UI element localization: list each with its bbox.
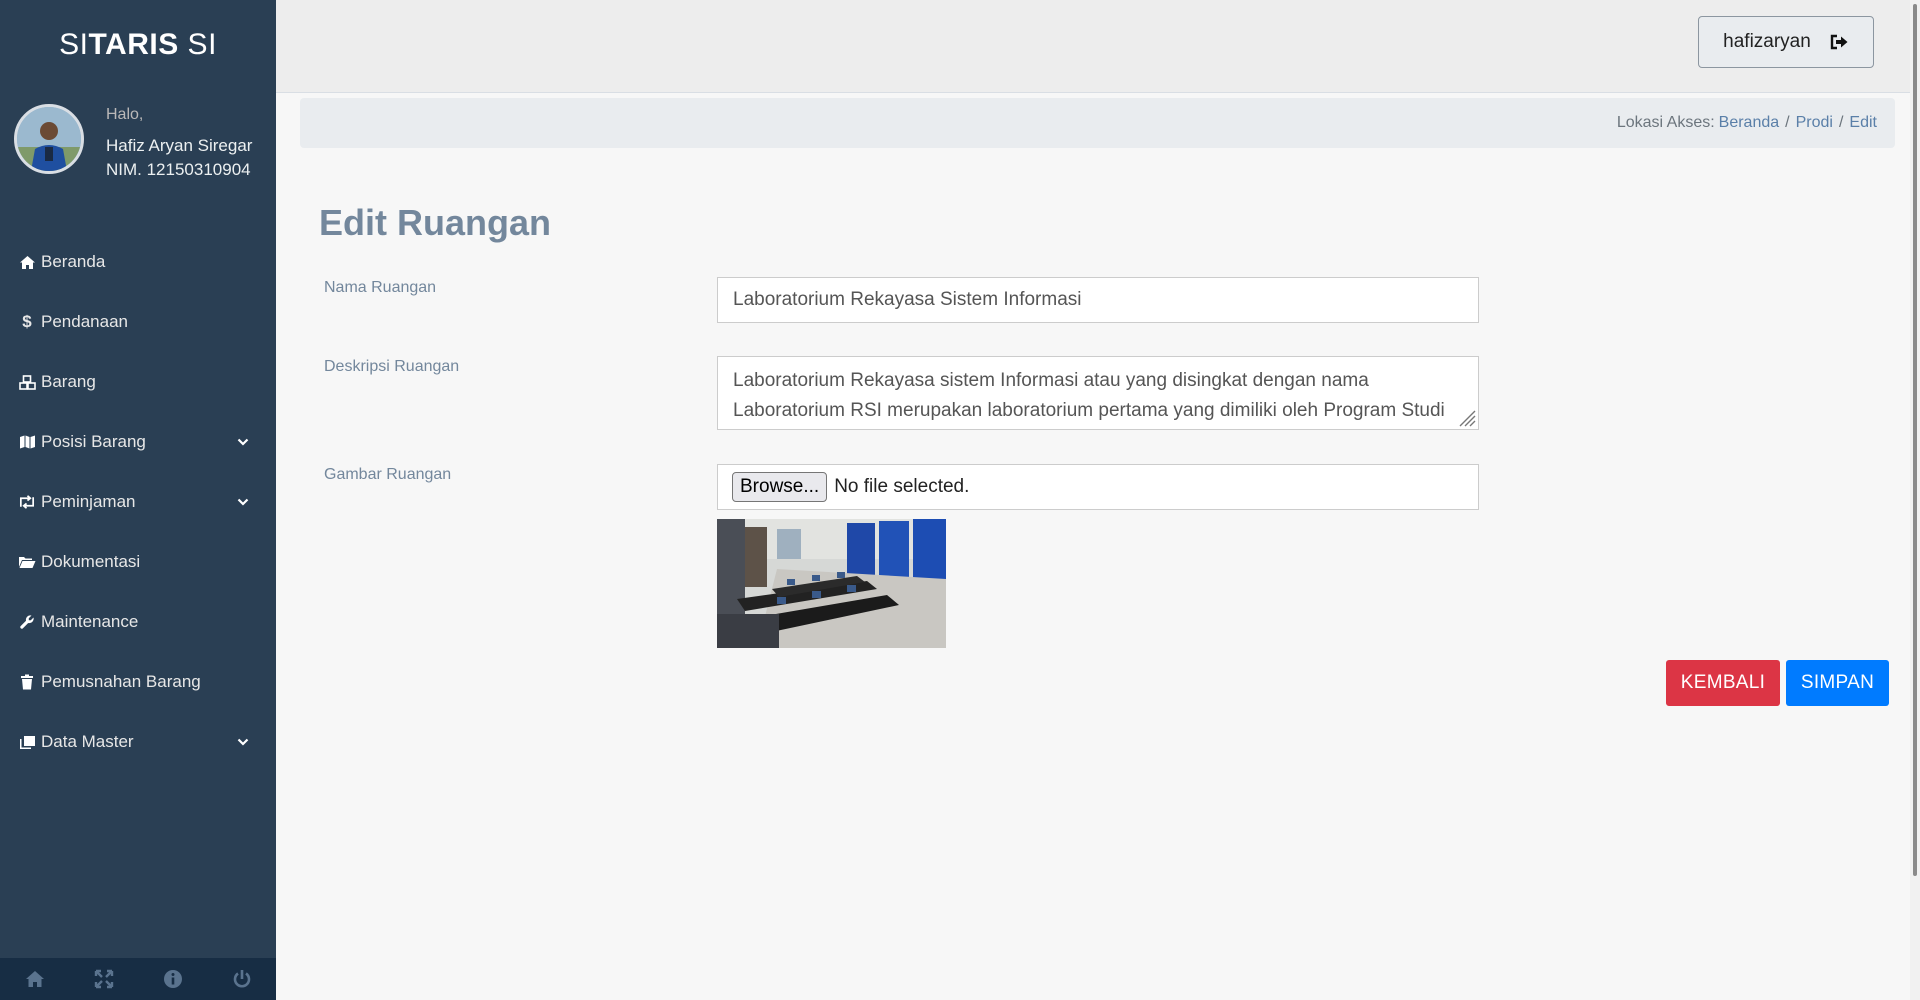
home-icon[interactable] xyxy=(0,958,69,1000)
sidebar-item-beranda[interactable]: Beranda xyxy=(0,232,276,292)
greeting: Halo, xyxy=(106,106,144,123)
wrench-icon xyxy=(18,614,36,630)
user-menu-button[interactable]: hafizaryan xyxy=(1698,16,1874,68)
username: hafizaryan xyxy=(1723,31,1811,52)
scrollbar-thumb[interactable] xyxy=(1913,4,1917,876)
simpan-button[interactable]: SIMPAN xyxy=(1786,660,1889,706)
resize-handle-icon[interactable] xyxy=(1454,405,1476,427)
chevron-down-icon xyxy=(237,738,249,746)
sidebar-item-label: Pendanaan xyxy=(41,312,128,331)
map-icon xyxy=(18,435,36,449)
sidebar-item-label: Beranda xyxy=(41,252,106,271)
breadcrumb-prefix: Lokasi Akses: xyxy=(1616,114,1715,131)
sidebar-item-label: Barang xyxy=(41,372,96,391)
user-nim: NIM. 12150310904 xyxy=(106,160,251,179)
sidebar-item-label: Dokumentasi xyxy=(41,552,141,571)
retweet-icon xyxy=(18,495,36,509)
page-title: Edit Ruangan xyxy=(319,202,551,243)
clone-icon xyxy=(18,735,36,750)
breadcrumb-link-edit[interactable]: Edit xyxy=(1849,114,1877,132)
info-icon[interactable] xyxy=(138,958,207,1000)
top-navbar: hafizaryan xyxy=(276,0,1910,93)
folder-open-icon xyxy=(18,555,36,569)
room-image-preview xyxy=(717,519,946,648)
sign-out-icon xyxy=(1830,34,1848,50)
sidebar-item-pemusnahan-barang[interactable]: Pemusnahan Barang xyxy=(0,652,276,712)
chevron-down-icon xyxy=(237,498,249,506)
trash-icon xyxy=(18,674,36,690)
power-icon[interactable] xyxy=(207,958,276,1000)
sidebar: SI TARIS SI Halo, Hafiz Aryan Siregar NIM… xyxy=(0,0,276,1000)
gambar-ruangan-label: Gambar Ruangan xyxy=(324,466,452,483)
sidebar-item-posisi-barang[interactable]: Posisi Barang xyxy=(0,412,276,472)
sidebar-item-label: Pemusnahan Barang xyxy=(41,672,201,691)
sidebar-item-label: Posisi Barang xyxy=(41,432,146,451)
sidebar-item-barang[interactable]: Barang xyxy=(0,352,276,412)
sidebar-item-maintenance[interactable]: Maintenance xyxy=(0,592,276,652)
kembali-button[interactable]: KEMBALI xyxy=(1666,660,1780,706)
deskripsi-ruangan-label: Deskripsi Ruangan xyxy=(324,358,460,375)
breadcrumb-link-prodi[interactable]: Prodi xyxy=(1796,114,1833,132)
sidebar-item-peminjaman[interactable]: Peminjaman xyxy=(0,472,276,532)
deskripsi-ruangan-text: Laboratorium Rekayasa sistem Informasi a… xyxy=(733,370,1445,421)
file-status: No file selected. xyxy=(834,476,970,497)
sidebar-item-dokumentasi[interactable]: Dokumentasi xyxy=(0,532,276,592)
nama-ruangan-input[interactable]: Laboratorium Rekayasa Sistem Informasi xyxy=(717,277,1479,323)
brand-suffix: SI xyxy=(178,28,217,61)
browse-button[interactable]: Browse... xyxy=(732,472,828,502)
dollar-icon: $ xyxy=(22,312,32,331)
gambar-ruangan-file-input[interactable]: Browse... No file selected. xyxy=(717,464,1479,510)
breadcrumb: Lokasi Akses: Beranda / Prodi / Edit xyxy=(300,98,1895,148)
sidebar-item-pendanaan[interactable]: $ Pendanaan xyxy=(0,292,276,352)
cubes-icon xyxy=(18,374,36,390)
site-title[interactable]: SI TARIS SI xyxy=(0,0,276,90)
avatar xyxy=(14,104,84,174)
home-icon xyxy=(18,255,36,270)
sidebar-item-label: Maintenance xyxy=(41,612,139,631)
sidebar-item-data-master[interactable]: Data Master xyxy=(0,712,276,772)
breadcrumb-link-beranda[interactable]: Beranda xyxy=(1719,114,1780,132)
user-fullname: Hafiz Aryan Siregar xyxy=(106,136,253,155)
side-menu: Beranda $ Pendanaan Barang Posisi Barang… xyxy=(0,232,276,772)
nama-ruangan-label: Nama Ruangan xyxy=(324,279,437,296)
brand-bold: TARIS xyxy=(88,28,179,61)
breadcrumb-separator: / xyxy=(1838,114,1844,131)
deskripsi-ruangan-textarea[interactable]: Laboratorium Rekayasa sistem Informasi a… xyxy=(717,356,1479,430)
page-scrollbar[interactable] xyxy=(1910,0,1920,1000)
brand-prefix: SI xyxy=(59,28,89,61)
fullscreen-icon[interactable] xyxy=(69,958,138,1000)
sidebar-item-label: Peminjaman xyxy=(41,492,136,511)
sidebar-item-label: Data Master xyxy=(41,732,134,751)
profile-panel: Halo, Hafiz Aryan Siregar NIM. 121503109… xyxy=(0,90,276,214)
sidebar-footer xyxy=(0,958,276,1000)
breadcrumb-separator: / xyxy=(1785,114,1790,131)
chevron-down-icon xyxy=(237,438,249,446)
